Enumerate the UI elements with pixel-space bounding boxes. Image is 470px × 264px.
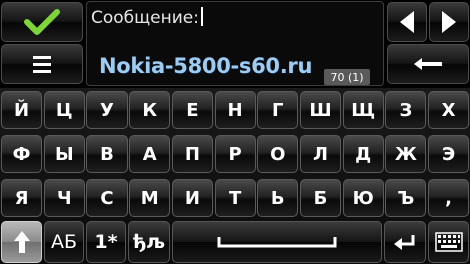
text-cursor: [200, 7, 203, 26]
language-key[interactable]: ђљ: [128, 221, 170, 263]
key-row3-3[interactable]: М: [129, 179, 171, 217]
key-row3-4[interactable]: И: [171, 179, 213, 217]
key-row1-6[interactable]: Г: [257, 91, 299, 129]
shift-arrow-icon: [13, 231, 30, 253]
key-row3-7[interactable]: Б: [299, 179, 342, 217]
message-field[interactable]: Сообщение: Nokia-5800-s60.ru 70 (1): [86, 1, 384, 86]
key-row1-3[interactable]: К: [129, 91, 171, 129]
keyboard-row-1: ЙЦУКЕНГШЩЗХ: [0, 91, 470, 129]
keyboard-grid-icon: [434, 232, 463, 252]
key-row2-5[interactable]: Р: [214, 135, 256, 173]
arrow-right-icon: [442, 11, 456, 33]
key-row1-0[interactable]: Й: [1, 91, 43, 129]
key-row3-2[interactable]: С: [86, 179, 128, 217]
key-row1-7[interactable]: Ш: [299, 91, 342, 129]
language-key-label: ђљ: [132, 231, 166, 253]
layout-key[interactable]: [428, 221, 469, 263]
keyboard-row-2: ФЫВАПРОЛДЖЭ: [0, 135, 470, 173]
key-row1-8[interactable]: Щ: [342, 91, 384, 129]
enter-key[interactable]: [384, 221, 426, 263]
key-row2-1[interactable]: Ы: [43, 135, 85, 173]
cursor-right-button[interactable]: [429, 2, 469, 42]
case-key-label: АБ: [50, 231, 78, 253]
backspace-arrow-icon: [414, 58, 442, 70]
key-row1-2[interactable]: У: [86, 91, 128, 129]
watermark-text: Nokia-5800-s60.ru: [99, 54, 313, 78]
keyboard: ЙЦУКЕНГШЩЗХ ФЫВАПРОЛДЖЭ ЯЧСМИТЬБЮЪ, АБ 1…: [0, 88, 470, 264]
key-row3-6[interactable]: Ь: [257, 179, 299, 217]
key-row3-9[interactable]: Ъ: [385, 179, 427, 217]
key-row1-10[interactable]: Х: [428, 91, 470, 129]
number-mode-label: 1*: [94, 231, 118, 253]
key-row1-1[interactable]: Ц: [43, 91, 85, 129]
menu-button[interactable]: [1, 44, 83, 84]
char-counter: 70 (1): [324, 69, 370, 85]
space-key[interactable]: [172, 221, 382, 263]
ok-button[interactable]: [1, 2, 83, 42]
key-row3-5[interactable]: Т: [214, 179, 256, 217]
key-row3-0[interactable]: Я: [1, 179, 43, 217]
key-row1-4[interactable]: Е: [171, 91, 213, 129]
menu-lines-icon: [33, 56, 51, 73]
key-row2-7[interactable]: Л: [299, 135, 342, 173]
keyboard-row-3: ЯЧСМИТЬБЮЪ,: [0, 179, 470, 217]
key-row2-2[interactable]: В: [86, 135, 128, 173]
case-key[interactable]: АБ: [44, 221, 84, 263]
enter-icon: [394, 235, 415, 250]
key-row1-5[interactable]: Н: [214, 91, 256, 129]
ok-check-icon: [24, 9, 60, 35]
space-bar-icon: [217, 237, 337, 248]
key-row2-10[interactable]: Э: [428, 135, 470, 173]
key-row2-4[interactable]: П: [171, 135, 213, 173]
backspace-button[interactable]: [387, 44, 469, 84]
arrow-left-icon: [400, 11, 414, 33]
key-row3-10[interactable]: ,: [428, 179, 470, 217]
message-label: Сообщение:: [91, 8, 199, 28]
number-mode-key[interactable]: 1*: [86, 221, 126, 263]
shift-key[interactable]: [1, 221, 42, 263]
key-row2-8[interactable]: Д: [342, 135, 384, 173]
key-row1-9[interactable]: З: [385, 91, 427, 129]
key-row2-3[interactable]: А: [129, 135, 171, 173]
key-row2-6[interactable]: О: [257, 135, 299, 173]
key-row2-0[interactable]: Ф: [1, 135, 43, 173]
key-row2-9[interactable]: Ж: [385, 135, 427, 173]
key-row3-1[interactable]: Ч: [43, 179, 85, 217]
cursor-left-button[interactable]: [387, 2, 427, 42]
key-row3-8[interactable]: Ю: [342, 179, 384, 217]
